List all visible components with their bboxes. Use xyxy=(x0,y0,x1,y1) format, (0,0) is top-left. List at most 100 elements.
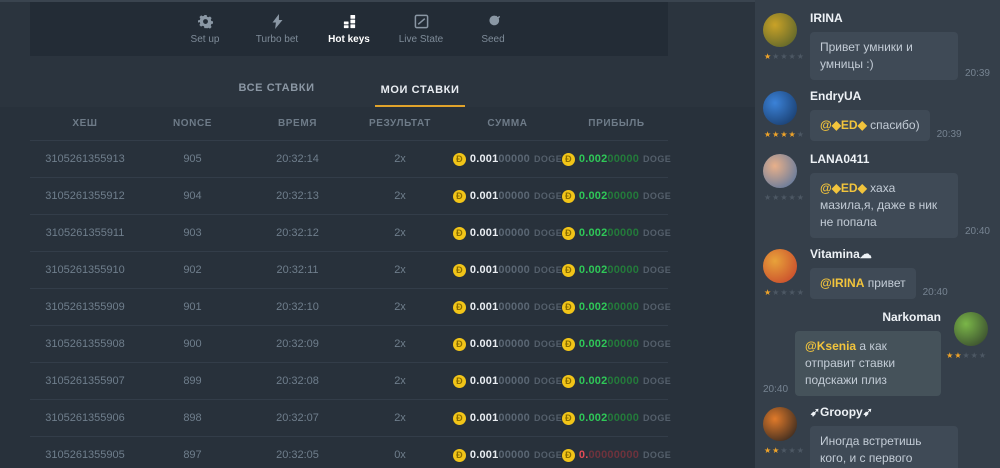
currency-label: DOGE xyxy=(643,154,671,164)
user-avatar[interactable] xyxy=(763,407,797,441)
currency-label: DOGE xyxy=(643,228,671,238)
username[interactable]: Narkoman xyxy=(763,310,941,324)
doge-coin-icon: Ð xyxy=(453,449,466,462)
currency-label: DOGE xyxy=(643,413,671,423)
column-header: СУММА xyxy=(450,118,565,129)
message-content: ➹Groopy➹ Иногда встретишь кого, и с перво… xyxy=(810,405,990,468)
cell-time: 20:32:05 xyxy=(245,449,350,461)
username[interactable]: LANA0411 xyxy=(810,152,990,166)
toolbar-item-hot-keys[interactable]: Hot keys xyxy=(320,14,378,45)
cell-profit: Ð0.00200000DOGE xyxy=(565,153,668,166)
toolbar-item-label: Hot keys xyxy=(328,34,370,45)
doge-coin-icon: Ð xyxy=(562,375,575,388)
column-header: РЕЗУЛЬТАТ xyxy=(350,118,450,129)
currency-label: DOGE xyxy=(534,228,562,238)
bubble-row: Иногда встретишь кого, и с первого взгля… xyxy=(810,426,990,468)
mention-link[interactable]: @IRINA xyxy=(820,276,864,290)
doge-coin-icon: Ð xyxy=(562,190,575,203)
currency-label: DOGE xyxy=(534,302,562,312)
mention-link[interactable]: @◆ED◆ xyxy=(820,118,867,132)
column-header: ВРЕМЯ xyxy=(245,118,350,129)
cell-profit: Ð 0.00200000 DOGE xyxy=(565,412,668,425)
amount-value: 0.00200000 xyxy=(579,264,639,276)
user-avatar[interactable] xyxy=(954,312,988,346)
doge-coin-icon: Ð xyxy=(562,412,575,425)
cell-profit: Ð0.00200000DOGE xyxy=(565,264,668,277)
cell-hash: 3105261355905 xyxy=(30,449,140,461)
chat-message: ★★★★★EndryUA@◆ED◆ спасибо)20:39 xyxy=(763,89,990,143)
user-rating-stars: ★★★★★ xyxy=(764,193,805,202)
cell-nonce: 902 xyxy=(140,264,245,276)
toolbar-item-set-up[interactable]: Set up xyxy=(176,14,234,45)
app-window: Set up Turbo bet Hot keys Live State Seed ВС… xyxy=(0,0,1000,468)
cell-profit: Ð0.00200000DOGE xyxy=(565,227,668,240)
cell-nonce: 897 xyxy=(140,449,245,461)
message-content: Narkoman@Ksenia а как отправит ставки по… xyxy=(763,310,941,396)
currency-label: DOGE xyxy=(534,191,562,201)
message-text: привет xyxy=(864,276,905,290)
username[interactable]: IRINA xyxy=(810,11,990,25)
message-content: LANA0411 @◆ED◆ хаха мазила,я, даже в ник … xyxy=(810,152,990,238)
cell-time: 20:32:12 xyxy=(245,227,350,239)
user-rating-stars: ★★★★★ xyxy=(946,351,987,360)
cell-nonce: 900 xyxy=(140,338,245,350)
bets-table: ХЕШNONCEВРЕМЯРЕЗУЛЬТАТСУММАПРИБЫЛЬ 31052… xyxy=(0,107,755,468)
message-content: IRINAПривет умники и умницы :)20:39 xyxy=(810,11,990,80)
cell-time: 20:32:10 xyxy=(245,301,350,313)
chat-panel[interactable]: ★★★★★ IRINAПривет умники и умницы :)20:39… xyxy=(755,0,1000,468)
doge-coin-icon: Ð xyxy=(562,301,575,314)
message-text: Иногда встретишь кого, и с первого взгля… xyxy=(820,434,946,468)
amount-value: 0.00200000 xyxy=(579,190,639,202)
cell-amount: Ð0.00100000DOGE xyxy=(450,153,565,166)
currency-label: DOGE xyxy=(534,265,562,275)
tab-my-bets[interactable]: МОИ СТАВКИ xyxy=(375,84,466,107)
table-row: 310526135591290420:32:132xÐ0.00100000DOG… xyxy=(30,177,668,214)
cell-hash: 3105261355912 xyxy=(30,190,140,202)
toolbar-item-label: Set up xyxy=(191,34,220,45)
table-row: 310526135591090220:32:112xÐ0.00100000DOG… xyxy=(30,251,668,288)
toolbar-item-turbo-bet[interactable]: Turbo bet xyxy=(248,14,306,45)
chat-message: ★★★★★ LANA0411 @◆ED◆ хаха мазила,я, даже в… xyxy=(763,152,990,238)
username[interactable]: Vitamina☁ xyxy=(810,247,990,261)
user-avatar[interactable] xyxy=(763,91,797,125)
table-row: 310526135590990120:32:102xÐ0.00100000DOG… xyxy=(30,288,668,325)
cell-amount: Ð0.00100000DOGE xyxy=(450,190,565,203)
doge-coin-icon: Ð xyxy=(453,412,466,425)
bubble-row: @◆ED◆ хаха мазила,я, даже в ник не попал… xyxy=(810,173,990,238)
amount-value: 0.00200000 xyxy=(579,227,639,239)
bets-table-body: 310526135591390520:32:142xÐ0.00100000DOG… xyxy=(0,140,755,468)
toolbar-item-live-state[interactable]: Live State xyxy=(392,14,450,45)
user-avatar[interactable] xyxy=(763,154,797,188)
currency-label: DOGE xyxy=(534,413,562,423)
tab-all-bets[interactable]: ВСЕ СТАВКИ xyxy=(233,82,321,107)
table-row: 310526135590890020:32:092xÐ0.00100000DOG… xyxy=(30,325,668,362)
currency-label: DOGE xyxy=(643,339,671,349)
doge-coin-icon: Ð xyxy=(562,338,575,351)
toolbar-item-seed[interactable]: Seed xyxy=(464,14,522,45)
mention-link[interactable]: @Ksenia xyxy=(805,339,856,353)
cell-profit: Ð0.00200000DOGE xyxy=(565,375,668,388)
cell-hash: 3105261355908 xyxy=(30,338,140,350)
cell-hash: 3105261355909 xyxy=(30,301,140,313)
username[interactable]: ➹Groopy➹ xyxy=(810,405,990,419)
doge-coin-icon: Ð xyxy=(562,449,575,462)
table-row: 310526135591190320:32:122xÐ0.00100000DOG… xyxy=(30,214,668,251)
amount-value: 0.00200000 xyxy=(579,412,639,424)
cell-amount: Ð0.00100000DOGE xyxy=(450,264,565,277)
user-avatar[interactable] xyxy=(763,13,797,47)
currency-label: DOGE xyxy=(534,339,562,349)
amount-value: 0.00200000 xyxy=(579,338,639,350)
doge-coin-icon: Ð xyxy=(453,375,466,388)
mention-link[interactable]: @◆ED◆ xyxy=(820,181,867,195)
cell-time: 20:32:09 xyxy=(245,338,350,350)
cell-result: 2x xyxy=(350,412,450,424)
user-avatar[interactable] xyxy=(763,249,797,283)
cell-time: 20:32:08 xyxy=(245,375,350,387)
cell-result: 2x xyxy=(350,227,450,239)
cell-hash: 3105261355906 xyxy=(30,412,140,424)
bubble-row: @◆ED◆ спасибо)20:39 xyxy=(810,110,990,141)
column-header: ПРИБЫЛЬ xyxy=(565,118,668,129)
cell-amount: Ð0.00100000DOGE xyxy=(450,301,565,314)
doge-coin-icon: Ð xyxy=(453,190,466,203)
username[interactable]: EndryUA xyxy=(810,89,990,103)
